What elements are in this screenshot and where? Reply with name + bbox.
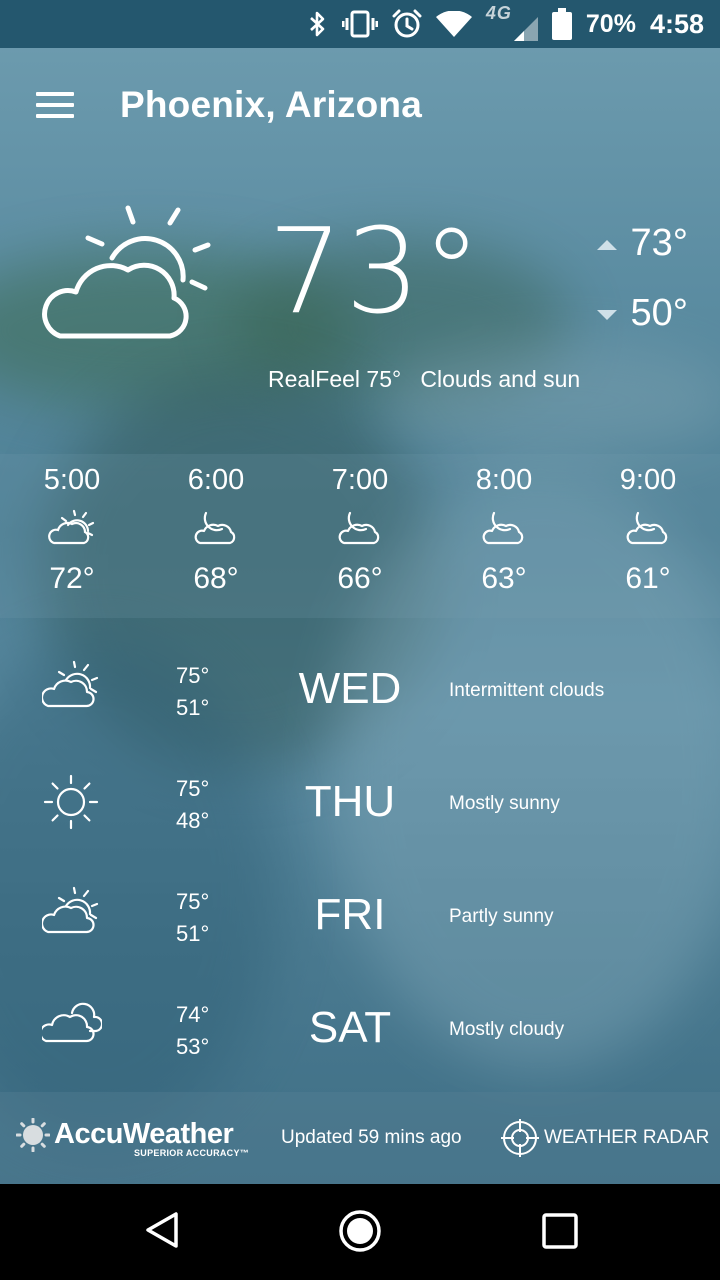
day-low: 51°: [176, 695, 210, 720]
hourly-item[interactable]: 9:00 61°: [576, 454, 720, 596]
brand-tagline: SUPERIOR ACCURACY™: [134, 1148, 250, 1158]
hour-time: 8:00: [475, 464, 533, 496]
low-value: 50°: [630, 292, 688, 334]
hourly-item[interactable]: 7:00 66°: [288, 454, 432, 596]
day-low: 51°: [176, 921, 210, 946]
current-conditions: 73° 73° 50° RealFeel 75° Clouds and sun: [0, 200, 720, 400]
day-name: WED: [298, 664, 402, 713]
home-icon[interactable]: [338, 1209, 382, 1253]
current-temperature: 73°: [268, 202, 484, 340]
daily-forecast: 75° 51° WED Intermittent clouds 75° 48° …: [0, 630, 720, 1082]
hourly-item[interactable]: 6:00 68°: [144, 454, 288, 596]
day-high: 75°: [176, 776, 210, 801]
partly-cloudy-sun-icon: [48, 509, 95, 545]
day-low: 53°: [176, 1034, 210, 1059]
hour-time: 7:00: [331, 464, 389, 496]
current-condition: RealFeel 75° Clouds and sun: [268, 366, 580, 393]
day-name: SAT: [308, 1003, 392, 1052]
cloud-moon-icon: [482, 511, 524, 545]
sun-icon: [43, 774, 99, 830]
daily-item[interactable]: 74° 53° SAT Mostly cloudy: [0, 969, 720, 1082]
hourly-forecast[interactable]: 5:00 72° 6:00 68° 7:00 66° 8:00 63° 9:00…: [0, 454, 720, 618]
vibrate-icon: [341, 10, 378, 38]
crosshair-icon: [501, 1119, 539, 1157]
high-temperature: 73°: [596, 222, 688, 265]
navigation-bar: [0, 1184, 720, 1280]
battery-percent: 70%: [585, 9, 636, 38]
day-temps: 74° 53°: [176, 999, 209, 1063]
partly-cloudy-sun-icon: [42, 660, 99, 708]
hourly-item[interactable]: 5:00 72°: [0, 454, 144, 596]
daily-item[interactable]: 75° 51° FRI Partly sunny: [0, 856, 720, 969]
hour-temp: 66°: [337, 562, 383, 595]
cloud-moon-icon: [626, 511, 668, 545]
signal-icon: [513, 17, 538, 41]
updated-text: Updated 59 mins ago: [281, 1127, 462, 1148]
daily-item[interactable]: 75° 48° THU Mostly sunny: [0, 743, 720, 856]
wifi-icon: [435, 11, 472, 37]
cloud-moon-icon: [194, 511, 236, 545]
status-bar: 4G 70% 4:58: [0, 0, 720, 48]
realfeel: RealFeel 75°: [268, 366, 402, 392]
sun-logo-icon: [16, 1118, 50, 1152]
high-value: 73°: [630, 222, 688, 264]
back-icon[interactable]: [142, 1210, 182, 1250]
day-high: 75°: [176, 889, 210, 914]
partly-cloudy-sun-icon: [42, 205, 211, 339]
network-type: 4G: [485, 3, 512, 23]
weather-radar-button[interactable]: WEATHER RADAR: [500, 1118, 709, 1158]
city-title[interactable]: Phoenix, Arizona: [120, 84, 422, 126]
day-condition: Mostly cloudy: [449, 1019, 565, 1040]
hour-temp: 61°: [625, 562, 671, 595]
day-temps: 75° 51°: [176, 886, 209, 950]
clock: 4:58: [649, 8, 704, 39]
bluetooth-icon: [310, 11, 325, 37]
hour-time: 9:00: [619, 464, 677, 496]
weather-app: Phoenix, Arizona 73° 73° 50° RealFeel 75…: [0, 0, 720, 1184]
brand-name: AccuWeather: [54, 1118, 234, 1150]
alarm-icon: [392, 9, 422, 38]
daily-item[interactable]: 75° 51° WED Intermittent clouds: [0, 630, 720, 743]
arrow-up-icon: [596, 239, 617, 250]
hour-time: 5:00: [43, 464, 101, 496]
low-temperature: 50°: [596, 292, 688, 335]
recents-icon[interactable]: [542, 1213, 578, 1249]
battery-icon: [551, 8, 572, 40]
hour-temp: 72°: [49, 562, 95, 595]
day-temps: 75° 51°: [176, 660, 209, 724]
day-name: FRI: [314, 890, 386, 939]
hour-time: 6:00: [187, 464, 245, 496]
hour-temp: 68°: [193, 562, 239, 595]
menu-icon[interactable]: [36, 92, 76, 120]
hour-temp: 63°: [481, 562, 527, 595]
day-condition: Partly sunny: [449, 906, 554, 927]
cloud-moon-icon: [338, 511, 380, 545]
day-high: 75°: [176, 663, 210, 688]
day-low: 48°: [176, 808, 210, 833]
partly-cloudy-sun-icon: [42, 886, 99, 934]
day-name: THU: [304, 777, 396, 826]
day-high: 74°: [176, 1002, 210, 1027]
day-temps: 75° 48°: [176, 773, 209, 837]
day-condition: Mostly sunny: [449, 793, 560, 814]
cell-signal: 4G: [486, 3, 538, 41]
footer-bar: AccuWeather SUPERIOR ACCURACY™ Updated 5…: [0, 1092, 720, 1184]
app-header: Phoenix, Arizona: [0, 48, 720, 160]
condition-text: Clouds and sun: [420, 366, 581, 392]
cloudy-icon: [42, 1002, 102, 1043]
day-condition: Intermittent clouds: [449, 680, 605, 701]
hourly-item[interactable]: 8:00 63°: [432, 454, 576, 596]
arrow-down-icon: [596, 309, 617, 320]
radar-label: WEATHER RADAR: [544, 1127, 710, 1148]
